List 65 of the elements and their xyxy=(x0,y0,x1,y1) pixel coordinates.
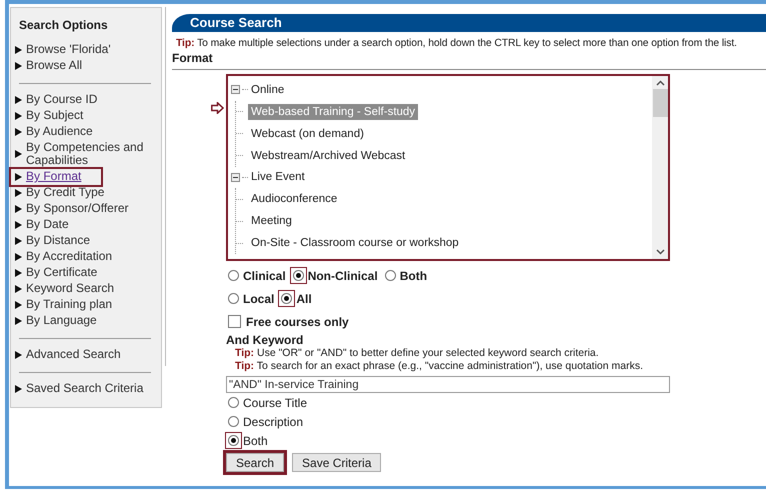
sidebar-title: Search Options xyxy=(19,18,108,32)
sidebar-link[interactable]: By Competencies and Capabilities xyxy=(26,141,151,167)
tip-text: Tip: To search for an exact phrase (e.g., "vaccine administration"), use quotation marks. xyxy=(235,360,644,373)
keyword-field[interactable]: "AND" In-service Training xyxy=(226,376,670,393)
tree-group[interactable]: Live Event xyxy=(251,171,305,184)
tree-group[interactable]: Online xyxy=(251,84,284,96)
bullet-triangle-icon xyxy=(15,150,22,158)
tree-item[interactable]: Meeting xyxy=(248,213,295,229)
tree-item[interactable]: Webcast (on demand) xyxy=(248,126,367,142)
scroll-up-icon[interactable] xyxy=(656,80,664,86)
section-label: And Keyword xyxy=(226,333,304,347)
bullet-triangle-icon xyxy=(15,350,22,358)
radio-button[interactable] xyxy=(279,291,294,306)
pointer-arrow-icon xyxy=(211,102,224,114)
page-header: Course Search xyxy=(172,14,766,32)
sidebar-link[interactable]: By Course ID xyxy=(26,93,98,106)
tree-item[interactable]: Audioconference xyxy=(248,191,340,207)
radio-label[interactable]: Description xyxy=(243,414,304,428)
scrollbar[interactable] xyxy=(652,76,668,259)
radio-button[interactable] xyxy=(226,414,241,429)
radio-button[interactable] xyxy=(382,268,398,283)
tree-item[interactable]: On-Site - Classroom course or workshop xyxy=(248,235,462,251)
sidebar-link[interactable]: Keyword Search xyxy=(26,282,114,295)
sidebar-link[interactable]: Browse 'Florida' xyxy=(26,43,111,56)
checkbox-label[interactable]: Free courses only xyxy=(246,314,349,328)
bullet-triangle-icon xyxy=(15,384,22,392)
radio-button[interactable] xyxy=(226,291,241,306)
tip-text: Tip: To make multiple selections under a search option, hold down the CTRL key to select more than one option from the list. xyxy=(176,38,738,49)
collapse-icon[interactable] xyxy=(231,172,240,182)
radio-label[interactable]: Course Title xyxy=(243,396,308,410)
scroll-thumb[interactable] xyxy=(652,89,668,117)
sidebar-link[interactable]: By Training plan xyxy=(26,298,112,311)
sidebar-link[interactable]: By Credit Type xyxy=(26,186,104,199)
sidebar-link[interactable]: By Subject xyxy=(26,109,84,122)
radio-button[interactable] xyxy=(290,268,306,283)
scroll-down-icon[interactable] xyxy=(656,249,664,255)
radio-button[interactable] xyxy=(226,395,241,410)
search-button[interactable]: Search xyxy=(226,453,284,472)
section-label: Format xyxy=(172,51,213,65)
radio-label[interactable]: All xyxy=(296,292,312,306)
radio-label[interactable]: Both xyxy=(400,268,428,282)
sidebar-link[interactable]: By Date xyxy=(26,218,69,231)
radio-label[interactable]: Both xyxy=(243,434,268,448)
sidebar-link[interactable]: By Distance xyxy=(26,234,90,247)
sidebar-link[interactable]: By Certificate xyxy=(26,266,98,279)
save-criteria-button[interactable]: Save Criteria xyxy=(292,453,382,472)
collapse-icon[interactable] xyxy=(231,85,240,94)
sidebar-link[interactable]: Advanced Search xyxy=(26,348,121,361)
radio-label[interactable]: Clinical xyxy=(243,268,286,282)
sidebar-link[interactable]: Saved Search Criteria xyxy=(26,382,144,395)
radio-button[interactable] xyxy=(226,433,241,448)
checkbox[interactable] xyxy=(228,315,241,328)
tip-text: Tip: Use "OR" or "AND" to better define your selected keyword search criteria. xyxy=(235,347,600,360)
format-list[interactable]: Online Web-based Training - Self-study Webcast (on demand) Webstream/Archived Webcast Live Event Audioconference Meeting On-Site - Classroom course or workshop xyxy=(226,74,670,261)
radio-label[interactable]: Non-Clinical xyxy=(308,268,378,282)
tree-item[interactable]: Webstream/Archived Webcast xyxy=(248,148,408,164)
sidebar-link[interactable]: Browse All xyxy=(26,59,82,72)
sidebar-link[interactable]: By Language xyxy=(26,314,97,327)
sidebar-link[interactable]: By Sponsor/Offerer xyxy=(26,202,128,215)
sidebar-link[interactable]: By Format xyxy=(26,170,82,183)
sidebar-link[interactable]: By Audience xyxy=(26,125,93,138)
sidebar-link[interactable]: By Accreditation xyxy=(26,250,112,263)
radio-label[interactable]: Local xyxy=(243,292,274,306)
radio-button[interactable] xyxy=(226,268,241,283)
highlighted-sidebar-link[interactable]: By Format xyxy=(11,169,101,185)
